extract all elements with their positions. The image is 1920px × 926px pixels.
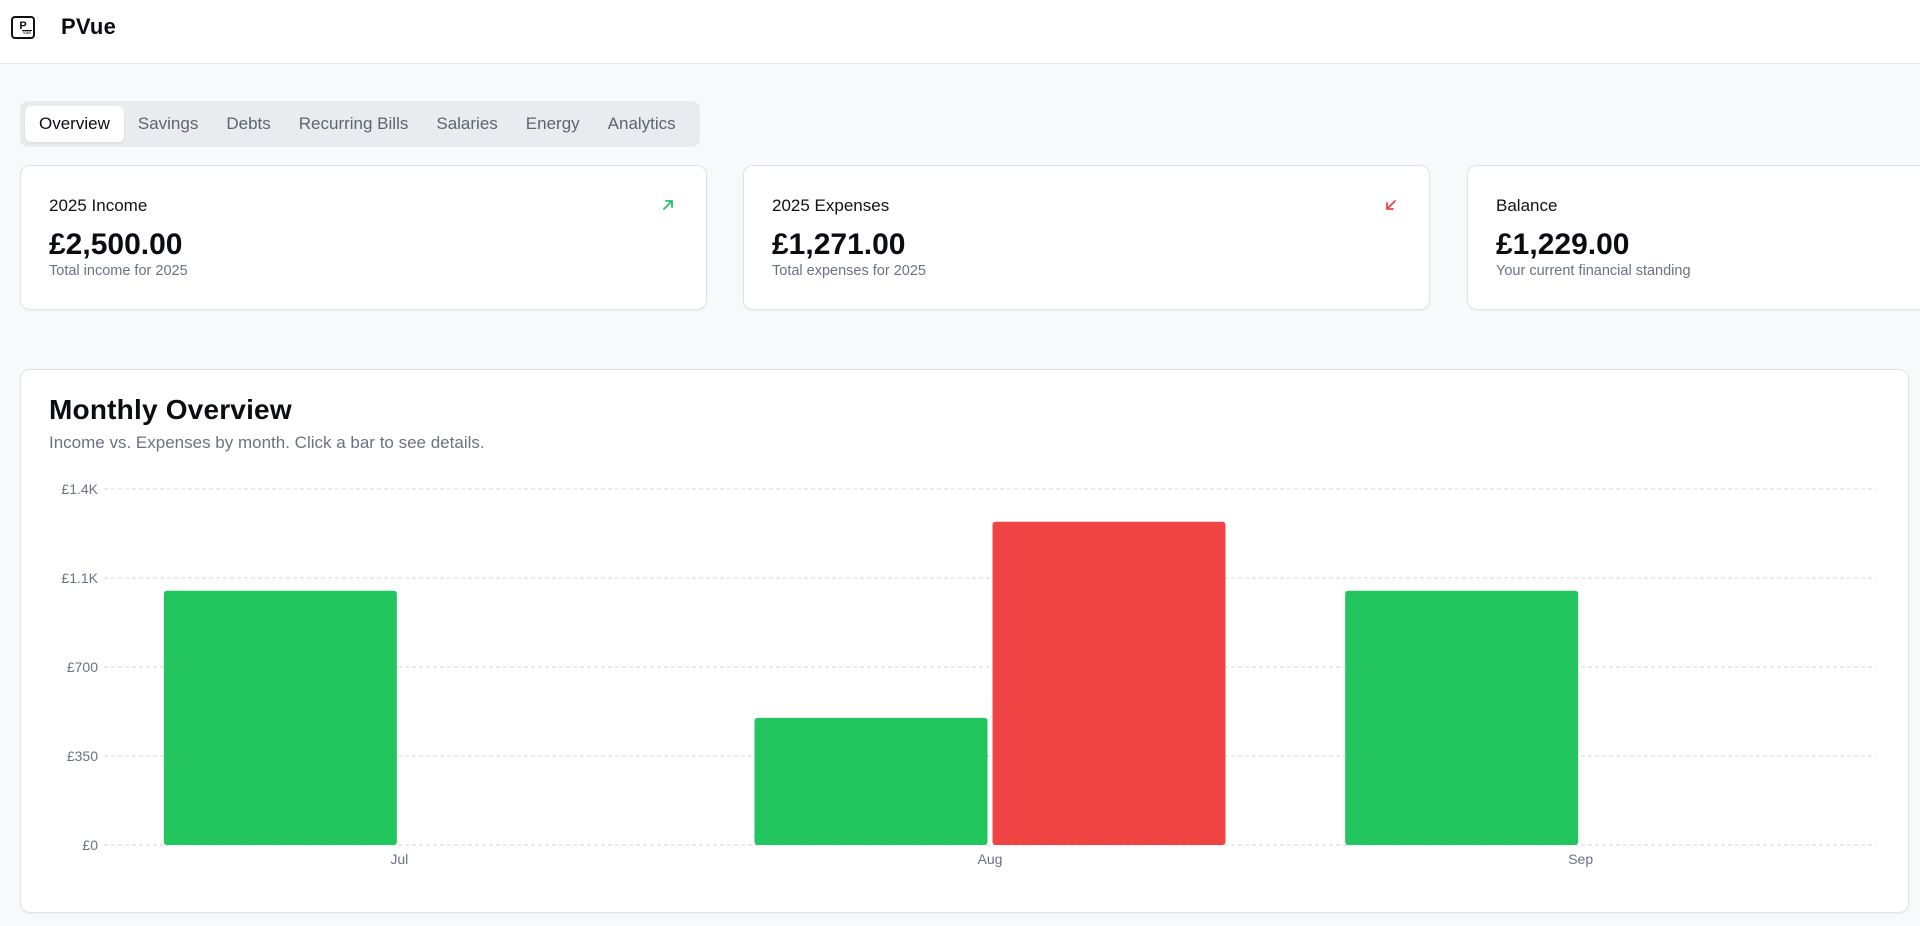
y-tick-label: £350 (67, 748, 98, 764)
tab-salaries[interactable]: Salaries (422, 106, 511, 142)
app-title[interactable]: PVue (61, 14, 116, 40)
bar-sep-series-0[interactable] (1345, 590, 1579, 845)
balance-card: Balance £1,229.00 Your current financial… (1467, 165, 1920, 310)
expenses-title: 2025 Expenses (772, 196, 890, 215)
balance-title: Balance (1496, 196, 1558, 215)
income-description: Total income for 2025 (49, 263, 188, 279)
y-tick-label: £1.1K (61, 570, 98, 586)
y-tick-label: £0 (82, 837, 98, 853)
tab-energy[interactable]: Energy (512, 106, 594, 142)
top-bar: P vue PVue (0, 0, 1920, 64)
monthly-overview-card: Monthly Overview Income vs. Expenses by … (20, 369, 1909, 913)
monthly-overview-chart: £0 £350 £700 £1.1K £1.4K Jul Aug Sep (61, 481, 1876, 867)
logo-sub: vue (21, 30, 32, 36)
tab-recurring-bills[interactable]: Recurring Bills (285, 106, 423, 142)
tab-bar: Overview Savings Debts Recurring Bills S… (20, 101, 700, 147)
expenses-card: 2025 Expenses £1,271.00 Total expenses f… (743, 165, 1430, 310)
tab-debts[interactable]: Debts (212, 106, 284, 142)
income-value: £2,500.00 (49, 228, 183, 261)
x-tick-label-jul: Jul (390, 851, 408, 867)
tab-savings[interactable]: Savings (124, 106, 212, 142)
bar-aug-series-0[interactable] (754, 717, 988, 845)
y-tick-label: £1.4K (61, 481, 98, 497)
tab-analytics[interactable]: Analytics (594, 106, 690, 142)
bar-aug-series-1[interactable] (992, 521, 1226, 845)
expenses-value: £1,271.00 (772, 228, 906, 261)
bar-jul-series-0[interactable] (163, 590, 397, 845)
arrow-down-left-icon (1386, 200, 1396, 210)
app-logo-icon[interactable]: P vue (11, 16, 35, 39)
x-tick-label-sep: Sep (1568, 851, 1593, 867)
income-title: 2025 Income (49, 196, 148, 215)
balance-value: £1,229.00 (1496, 228, 1630, 261)
x-tick-label-aug: Aug (978, 851, 1003, 867)
expenses-description: Total expenses for 2025 (772, 263, 926, 279)
balance-description: Your current financial standing (1496, 263, 1691, 279)
tab-overview[interactable]: Overview (25, 106, 124, 142)
arrow-up-right-icon (663, 200, 673, 210)
y-tick-label: £700 (67, 659, 98, 675)
income-card: 2025 Income £2,500.00 Total income for 2… (20, 165, 707, 310)
